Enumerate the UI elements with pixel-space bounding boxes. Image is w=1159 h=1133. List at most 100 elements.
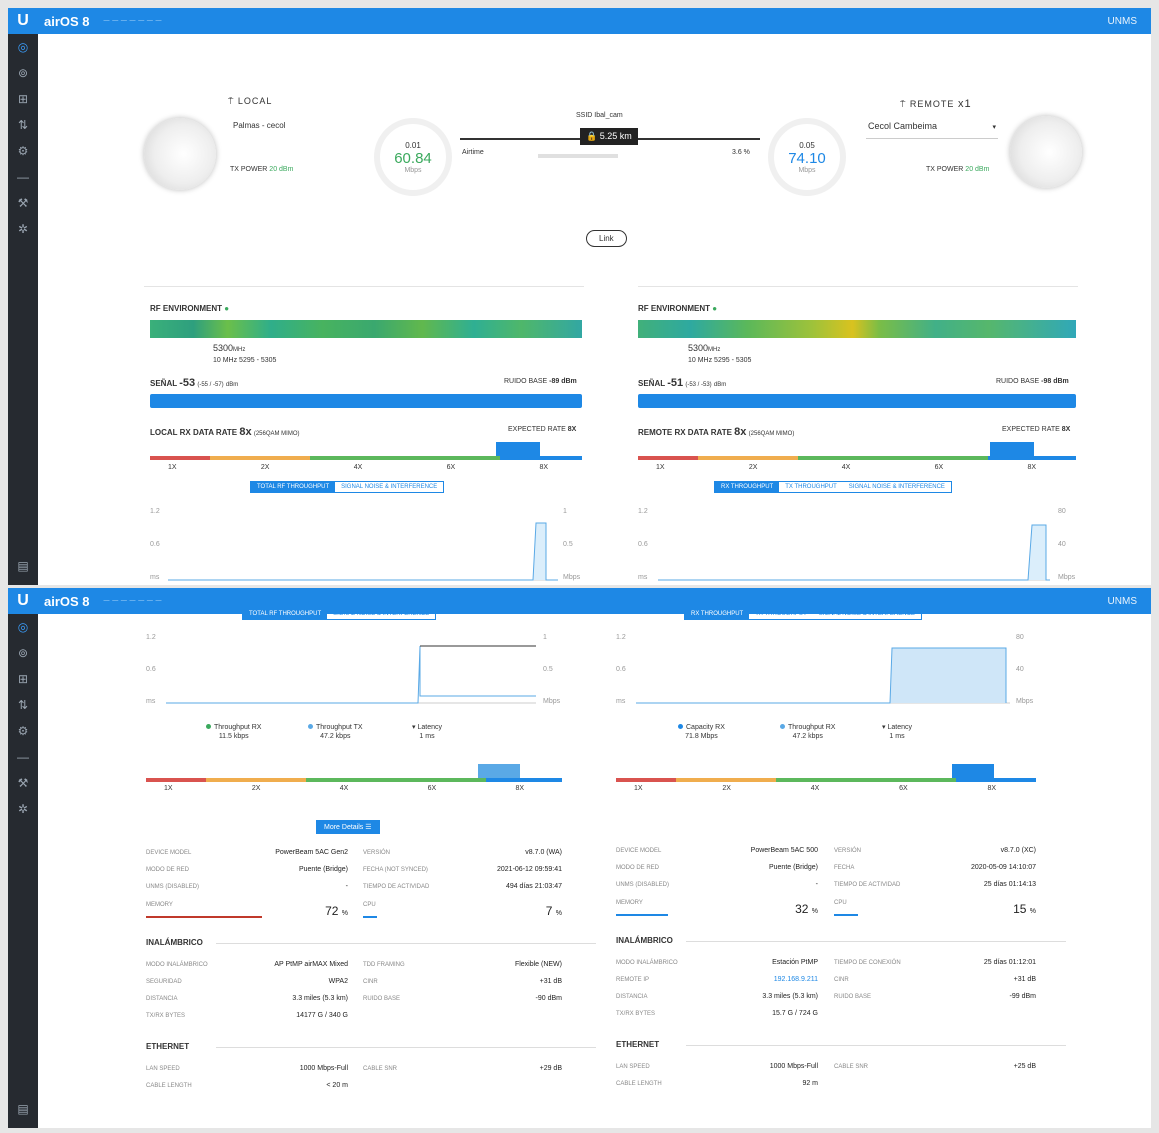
detail-label: MODO INALÁMBRICO [616, 960, 678, 966]
detail-label: REMOTE IP [616, 977, 650, 983]
tab-tx-throughput[interactable]: TX THROUGHPUT [779, 482, 843, 492]
detail-label: FECHA [834, 865, 855, 871]
detail-label: UNMS (DISABLED) [616, 882, 670, 888]
local-y-left-3: ms [150, 574, 160, 581]
legend-item: ▾ Latency 1 ms [882, 723, 912, 741]
tab-total-rf-throughput[interactable]: TOTAL RF THROUGHPUT [251, 482, 336, 492]
cpu-value: 7 % [512, 904, 562, 918]
network-icon[interactable]: ⊞ [8, 86, 38, 112]
wireless-icon[interactable]: ⊚ [8, 640, 38, 666]
remote-y-right-2: 40 [1016, 666, 1024, 673]
rate-tick: 2X [251, 785, 261, 792]
remote-gauge-unit: Mbps [798, 166, 816, 174]
remote-expected-label: EXPECTED RATE [1002, 426, 1060, 433]
more-details-label: More Details [324, 824, 364, 831]
distance-badge: 🔒 5.25 km [580, 128, 638, 145]
local-rate-label: LOCAL RX DATA RATE [150, 428, 238, 437]
tab-link[interactable]: Link [586, 230, 627, 247]
detail-label: UNMS (DISABLED) [146, 884, 200, 890]
local-txpower: TX POWER 20 dBm [230, 166, 293, 173]
unms-link[interactable]: UNMS [1108, 16, 1137, 27]
local-rf-spectrum [150, 320, 582, 338]
airtime-bar [538, 154, 618, 158]
tools2-icon[interactable]: ✲ [8, 796, 38, 822]
detail-label: TX/RX BYTES [146, 1013, 186, 1019]
dashboard-icon[interactable]: ◎ [8, 34, 38, 60]
remote-band: 10 MHz 5295 - 5305 [688, 357, 752, 364]
local-rate-ticks: 1X 2X 4X 6X 8X [164, 785, 524, 792]
breadcrumb: — — — — — — — [103, 18, 163, 24]
detail-value: - [345, 883, 348, 890]
ubiquiti-logo-icon[interactable]: U [8, 588, 38, 614]
wireless-section-title: INALÁMBRICO [146, 938, 596, 947]
remote-y-right-3: Mbps [1016, 698, 1034, 705]
tab-rx-throughput[interactable]: RX THROUGHPUT [715, 482, 780, 492]
legend-dot-icon [206, 724, 211, 729]
remote-rate-marker [990, 442, 1034, 456]
remote-y-left-1: 1.2 [616, 634, 626, 641]
legend-name: Latency [417, 724, 442, 731]
rate-seg-good [306, 778, 486, 782]
local-y-left-1: 1.2 [150, 508, 160, 515]
detail-value: 14177 G / 340 G [296, 1012, 348, 1019]
tab-signal-noise[interactable]: SIGNAL NOISE & INTERFERENCE [813, 609, 921, 619]
local-signal-value: -53 [179, 377, 196, 389]
wireless-icon[interactable]: ⊚ [8, 60, 38, 86]
detail-label: TX/RX BYTES [616, 1011, 656, 1017]
rate-tick: 8X [1027, 464, 1036, 471]
remote-y-right-3: Mbps [1058, 574, 1076, 581]
detail-value: +31 dB [1013, 976, 1036, 983]
memory-value: 32 % [768, 902, 818, 916]
dashboard-icon[interactable]: ◎ [8, 614, 38, 640]
detail-value: 1000 Mbps-Full [299, 1065, 348, 1072]
legend-value: 71.8 Mbps [685, 733, 718, 740]
tab-tx-throughput[interactable]: TX THROUGHPUT [749, 609, 813, 619]
remote-ip-link[interactable]: 192.168.9.211 [718, 976, 818, 983]
remote-device-select[interactable]: Cecol Cambeima ▾ [866, 121, 998, 139]
ubiquiti-logo-icon[interactable]: U [8, 8, 38, 34]
rate-tick: 8X [515, 785, 524, 792]
legend-value: 47.2 kbps [792, 733, 823, 740]
rate-tick: 1X [634, 785, 643, 792]
log-icon[interactable]: ▤ [8, 553, 38, 579]
tools-icon[interactable]: ⚒ [8, 190, 38, 216]
local-freq-value: 5300 [213, 343, 234, 353]
tools2-icon[interactable]: ✲ [8, 216, 38, 242]
remote-noise-label: RUIDO BASE [996, 378, 1040, 385]
local-noise-value: -89 dBm [549, 378, 577, 385]
detail-value: Puente (Bridge) [298, 866, 348, 873]
cpu-bar [834, 914, 858, 916]
rate-seg-low [616, 778, 676, 782]
local-throughput-chart [166, 645, 536, 704]
system-icon[interactable]: ⚙ [8, 718, 38, 744]
services-icon[interactable]: ⇅ [8, 112, 38, 138]
system-icon[interactable]: ⚙ [8, 138, 38, 164]
unms-link[interactable]: UNMS [1108, 596, 1137, 607]
tab-signal-noise[interactable]: SIGNAL NOISE & INTERFERENCE [327, 609, 435, 619]
memory-number: 72 [325, 904, 339, 918]
remote-expected: EXPECTED RATE 8X [1002, 426, 1070, 433]
tab-rx-throughput[interactable]: RX THROUGHPUT [685, 609, 750, 619]
detail-label: DISTANCIA [146, 996, 178, 1002]
distance-value: 5.25 km [599, 131, 632, 141]
local-capacity-gauge: 0.01 60.84 Mbps [374, 118, 452, 196]
latency-icon: ▾ [412, 724, 416, 731]
detail-label: CPU [363, 902, 376, 908]
remote-antenna-icon: ⍑ [900, 99, 907, 109]
remote-rf-label: RF ENVIRONMENT ● [638, 304, 717, 313]
more-details-button[interactable]: More Details ☰ [316, 820, 380, 834]
legend-name: Latency [887, 724, 912, 731]
tab-total-rf-throughput[interactable]: TOTAL RF THROUGHPUT [243, 609, 328, 619]
tab-signal-noise[interactable]: SIGNAL NOISE & INTERFERENCE [843, 482, 951, 492]
detail-label: CINR [834, 977, 849, 983]
rate-tick: 2X [748, 464, 758, 471]
local-rate-bar [150, 456, 582, 460]
local-throughput-chart [168, 522, 558, 581]
tools-icon[interactable]: ⚒ [8, 770, 38, 796]
tab-signal-noise[interactable]: SIGNAL NOISE & INTERFERENCE [335, 482, 443, 492]
services-icon[interactable]: ⇅ [8, 692, 38, 718]
local-y-right-3: Mbps [563, 574, 581, 581]
log-icon[interactable]: ▤ [8, 1096, 38, 1122]
detail-label: MEMORY [146, 902, 173, 908]
network-icon[interactable]: ⊞ [8, 666, 38, 692]
